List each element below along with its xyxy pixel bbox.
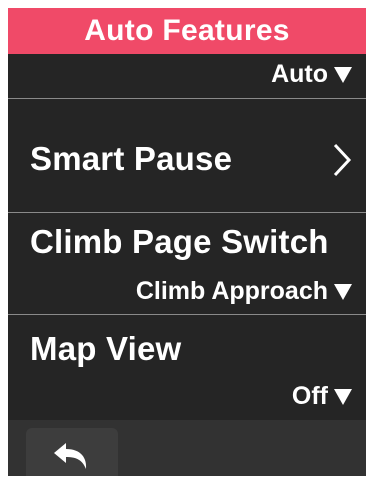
climb-page-switch-row[interactable]: Climb Page Switch Climb Approach [8,213,366,314]
back-arrow-icon [54,443,87,469]
auto-mode-dropdown[interactable]: Auto [271,60,352,89]
climb-page-switch-label: Climb Page Switch [30,223,329,260]
map-view-row[interactable]: Map View Off [8,315,366,420]
map-view-label: Map View [30,330,182,367]
footer-bar [8,420,366,476]
map-view-value: Off [291,382,328,410]
page-title: Auto Features [8,8,366,54]
auto-mode-value: Auto [271,60,328,88]
device-frame: Auto Features Auto Smart Pause Climb Pag… [0,0,366,482]
chevron-right-icon [333,143,352,177]
dropdown-caret-icon [334,388,352,405]
back-button[interactable] [26,428,118,476]
dropdown-caret-icon [334,66,352,83]
auto-mode-row[interactable]: Auto [8,54,366,98]
settings-screen: Auto Features Auto Smart Pause Climb Pag… [8,8,366,476]
dropdown-caret-icon [334,283,352,300]
climb-page-switch-value: Climb Approach [135,277,328,305]
smart-pause-label: Smart Pause [30,140,233,177]
climb-page-switch-dropdown[interactable]: Climb Approach [136,277,352,306]
smart-pause-row[interactable]: Smart Pause [8,99,366,212]
map-view-dropdown[interactable]: Off [292,382,352,411]
